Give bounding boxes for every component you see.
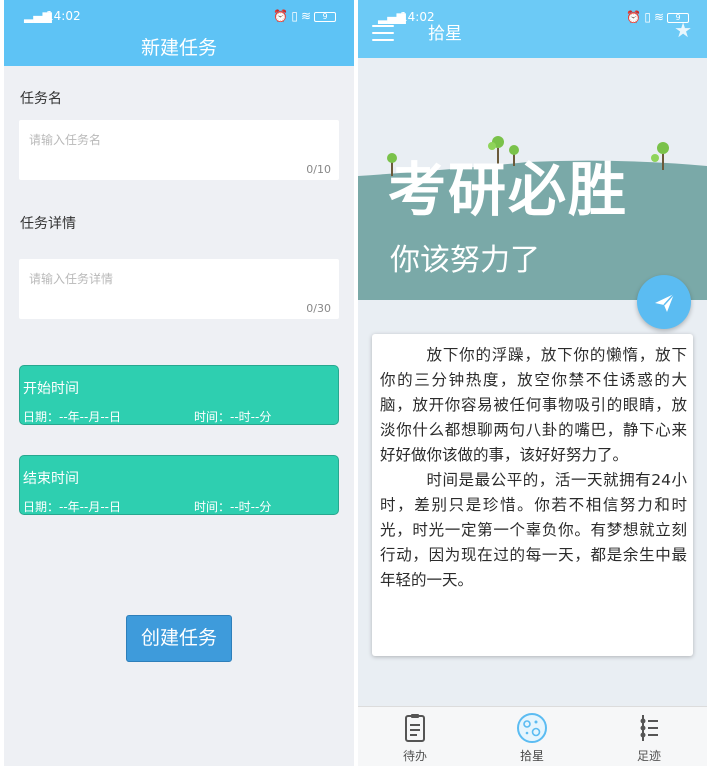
task-name-placeholder: 请输入任务名 xyxy=(29,133,102,147)
paragraph: 时间是最公平的，活一天就拥有24小时，差别只是珍惜。你若不相信努力和时光，时光一… xyxy=(380,471,687,589)
tab-stars[interactable]: 拾星 xyxy=(492,711,572,764)
paragraph: 放下你的浮躁，放下你的懒惰，放下你的三分钟热度，放空你禁不住诱惑的大脑，放开你容… xyxy=(380,346,687,464)
end-time-value: 时间：--时--分 xyxy=(194,500,272,514)
start-time-title: 开始时间 xyxy=(23,381,79,397)
timeline-icon xyxy=(640,715,658,741)
status-time: 14:02 xyxy=(46,9,81,23)
alarm-icon: ⏰ xyxy=(273,9,292,23)
battery-icon: 9 xyxy=(314,11,336,22)
tab-footprint-label: 足迹 xyxy=(636,749,661,763)
vibrate-icon: ▯ xyxy=(644,10,654,24)
new-task-screen: ▂▄▆ 14:02 ⏰▯≋ 9 新建任务 任务名 请输入任务名 0/10 任务详情… xyxy=(4,0,354,766)
banner-headline: 考研必胜 xyxy=(388,156,628,224)
page-title: 拾星 xyxy=(428,24,462,44)
bottom-tab-bar: 待办 拾星 足迹 xyxy=(358,706,707,766)
stars-screen: ▂▄▆ 14:02 ⏰▯≋ 9 拾星 ★ 考研必胜 你该努力了 放下你的浮躁，放下… xyxy=(358,0,707,766)
tab-todo-label: 待办 xyxy=(402,749,427,763)
wifi-icon: ≋ xyxy=(653,10,667,24)
wifi-icon: ≋ xyxy=(300,9,314,23)
banner-subline: 你该努力了 xyxy=(390,243,540,278)
motivation-card: 放下你的浮躁，放下你的懒惰，放下你的三分钟热度，放空你禁不住诱惑的大脑，放开你容… xyxy=(372,334,693,656)
tab-todo[interactable]: 待办 xyxy=(375,711,455,764)
status-bar: ▂▄▆ 14:02 ⏰▯≋ 9 xyxy=(4,9,354,25)
start-time-value: 时间：--时--分 xyxy=(194,410,272,424)
status-icons: ⏰▯≋ 9 xyxy=(273,9,336,23)
end-date-value: 日期：--年--月--日 xyxy=(23,500,121,514)
menu-icon[interactable] xyxy=(372,25,394,41)
alarm-icon: ⏰ xyxy=(626,10,645,24)
task-name-input[interactable]: 请输入任务名 0/10 xyxy=(19,120,339,180)
star-icon[interactable]: ★ xyxy=(674,18,692,42)
start-time-picker[interactable]: 开始时间 日期：--年--月--日 时间：--时--分 xyxy=(19,365,339,425)
status-bar: ▂▄▆ 14:02 ⏰▯≋ 9 xyxy=(358,10,707,26)
motivation-banner: 考研必胜 你该努力了 xyxy=(358,58,707,300)
end-time-picker[interactable]: 结束时间 日期：--年--月--日 时间：--时--分 xyxy=(19,455,339,515)
task-detail-input[interactable]: 请输入任务详情 0/30 xyxy=(19,259,339,319)
send-button[interactable] xyxy=(637,275,691,329)
tab-stars-label: 拾星 xyxy=(519,749,544,763)
end-time-title: 结束时间 xyxy=(23,471,79,487)
clipboard-icon xyxy=(405,714,425,742)
vibrate-icon: ▯ xyxy=(291,9,301,23)
task-detail-counter: 0/30 xyxy=(306,302,331,315)
tab-footprint[interactable]: 足迹 xyxy=(609,711,689,764)
task-name-counter: 0/10 xyxy=(306,163,331,176)
header-bar: ▂▄▆ 14:02 ⏰▯≋ 9 新建任务 xyxy=(4,0,354,66)
task-detail-placeholder: 请输入任务详情 xyxy=(29,272,114,286)
paper-plane-icon xyxy=(655,293,675,312)
planet-icon xyxy=(517,713,547,743)
create-task-button[interactable]: 创建任务 xyxy=(126,615,232,662)
header-bar: ▂▄▆ 14:02 ⏰▯≋ 9 拾星 ★ xyxy=(358,0,707,58)
task-name-label: 任务名 xyxy=(20,91,62,107)
start-date-value: 日期：--年--月--日 xyxy=(23,410,121,424)
task-detail-label: 任务详情 xyxy=(20,216,76,232)
page-title: 新建任务 xyxy=(140,37,217,59)
